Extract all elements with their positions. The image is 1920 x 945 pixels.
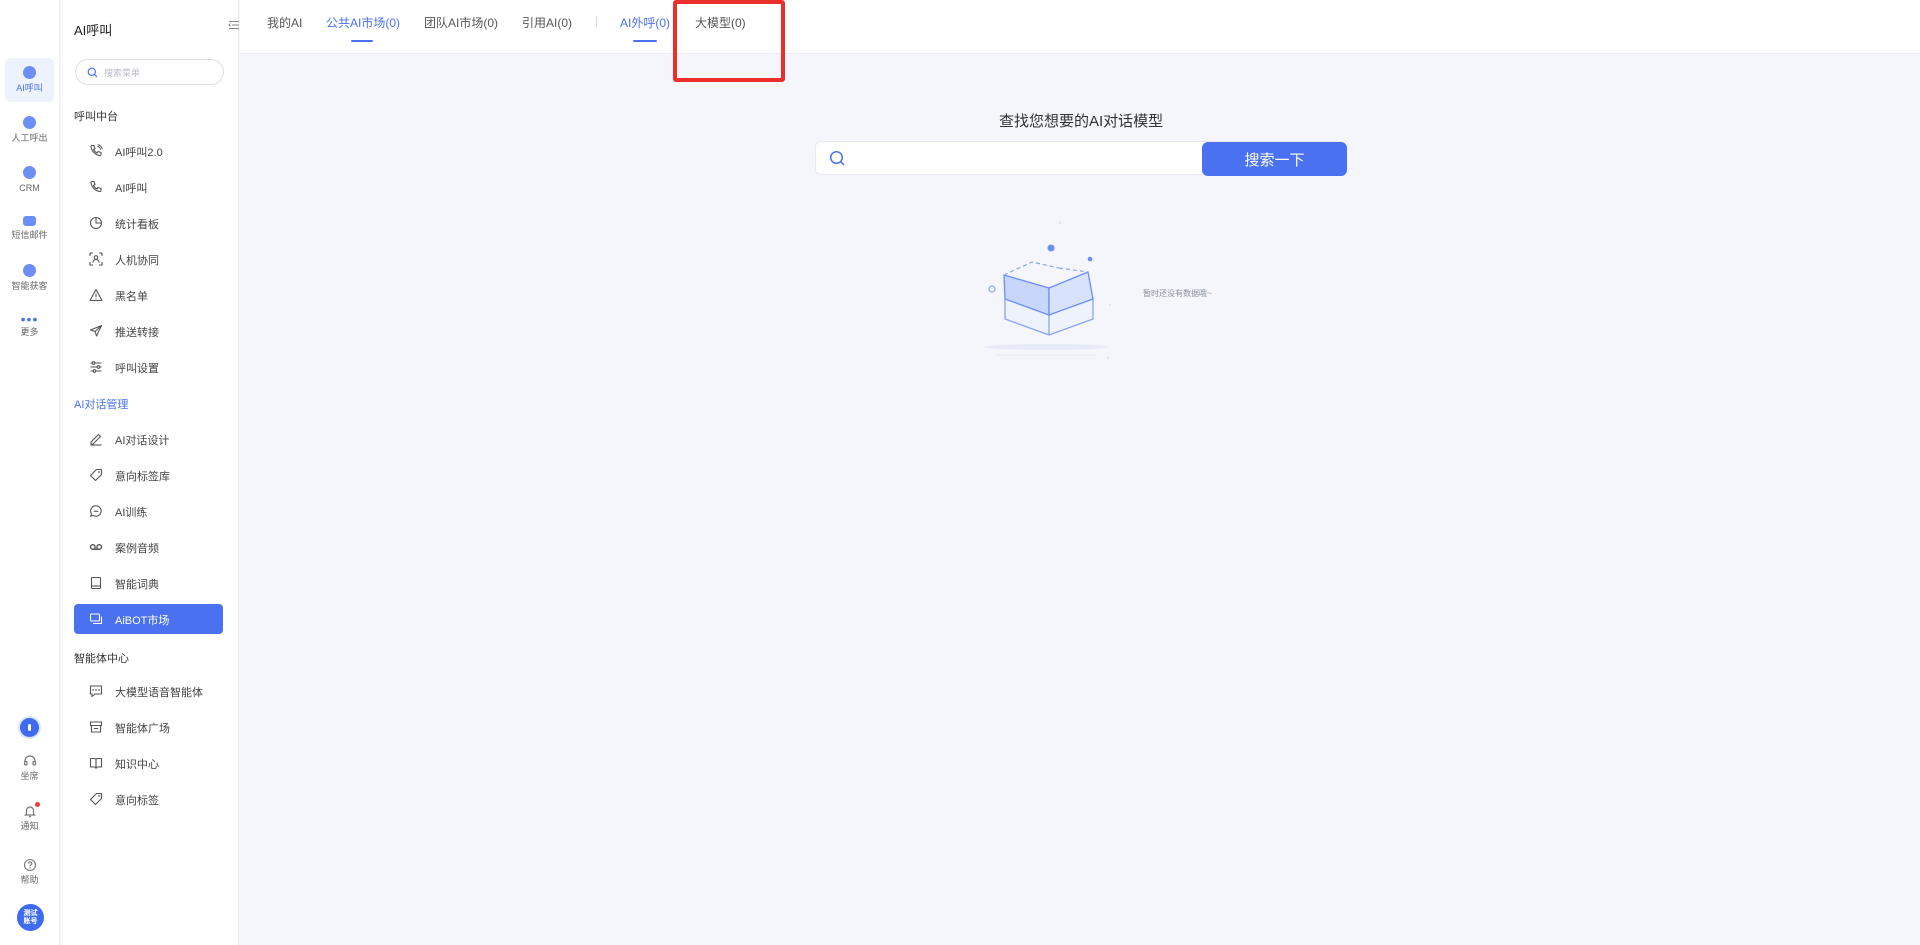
sidebar-menu: AI呼叫 呼叫中台 AI呼叫2.0 AI呼叫 统计看板 人机协同 黑名单 推送转… — [61, 0, 239, 945]
menu-group-call-center[interactable]: 呼叫中台 — [74, 108, 118, 124]
edit-icon — [90, 433, 102, 446]
menu-group-agent-center[interactable]: 智能体中心 — [74, 650, 129, 666]
menu-item-ai-call-2[interactable]: AI呼叫2.0 — [74, 136, 223, 166]
rail-item-ai-call[interactable]: AI呼叫 — [5, 58, 54, 102]
content-title: 查找您想要的AI对话模型 — [999, 113, 1164, 130]
bell-icon — [23, 806, 36, 818]
tab-team-ai-market[interactable]: 团队AI市场(0) — [424, 14, 498, 31]
message-icon — [89, 685, 103, 698]
rail-item-seat[interactable]: 坐席 — [5, 754, 54, 782]
menu-item-agent-square[interactable]: 智能体广场 — [74, 712, 223, 742]
highlight-box — [673, 0, 785, 82]
menu-item-human-machine[interactable]: 人机协同 — [74, 244, 223, 274]
tab-ai-outbound-underline — [633, 40, 657, 42]
tab-my-ai[interactable]: 我的AI — [267, 14, 302, 31]
rail-item-help[interactable]: 帮助 — [5, 858, 54, 886]
tab-bar: 我的AI 公共AI市场(0) 团队AI市场(0) 引用AI(0) AI外呼(0)… — [240, 0, 1920, 54]
send-icon — [89, 324, 103, 337]
tab-public-ai-market[interactable]: 公共AI市场(0) — [326, 14, 400, 31]
scan-person-icon — [89, 252, 103, 266]
empty-box-icon — [984, 221, 1112, 360]
store-icon — [89, 721, 103, 733]
headset-icon — [23, 755, 36, 766]
crm-icon — [23, 166, 36, 179]
sms-mail-icon — [23, 216, 36, 226]
manual-call-icon — [23, 116, 36, 129]
menu-group-ai-dialog[interactable]: AI对话管理 — [74, 396, 128, 412]
app-rail: AI呼叫 人工呼出 CRM 短信邮件 智能获客 ••• 更多 坐席 通知 帮助 … — [0, 0, 60, 945]
user-avatar[interactable]: 测试 账号 — [17, 904, 44, 931]
voicemail-icon — [89, 543, 103, 550]
empty-state-text: 暂时还没有数据哦~ — [1143, 289, 1212, 298]
bot-market-icon — [89, 613, 103, 625]
menu-item-ai-dialog-design[interactable]: AI对话设计 — [74, 424, 223, 454]
menu-search-input[interactable] — [104, 65, 214, 80]
tab-public-ai-market-underline — [351, 40, 373, 42]
rail-item-crm[interactable]: CRM — [5, 158, 54, 202]
search-icon — [87, 67, 98, 78]
assistant-fab[interactable] — [20, 718, 39, 737]
tab-quoted-ai[interactable]: 引用AI(0) — [522, 14, 572, 31]
menu-item-push-transfer[interactable]: 推送转接 — [74, 316, 223, 346]
rail-item-manual-call[interactable]: 人工呼出 — [5, 108, 54, 152]
sliders-icon — [90, 361, 102, 373]
menu-item-aibot-market[interactable]: AiBOT市场 — [74, 604, 223, 634]
pie-chart-icon — [89, 216, 103, 230]
more-icon: ••• — [20, 311, 39, 327]
rail-item-more[interactable]: ••• 更多 — [5, 306, 54, 350]
rail-item-notice[interactable]: 通知 — [5, 804, 54, 832]
menu-item-stats-board[interactable]: 统计看板 — [74, 208, 223, 238]
help-icon — [23, 858, 36, 872]
menu-search[interactable] — [75, 59, 224, 85]
rail-item-sms-mail[interactable]: 短信邮件 — [5, 206, 54, 250]
menu-item-blacklist[interactable]: 黑名单 — [74, 280, 223, 310]
menu-item-intent-tag-library[interactable]: 意向标签库 — [74, 460, 223, 490]
menu-item-ai-call[interactable]: AI呼叫 — [74, 172, 223, 202]
search-button[interactable]: 搜索一下 — [1202, 142, 1347, 176]
smart-acquisition-icon — [23, 264, 36, 277]
menu-item-smart-dictionary[interactable]: 智能词典 — [74, 568, 223, 598]
menu-title: AI呼叫 — [74, 23, 113, 38]
ai-call-icon — [23, 66, 36, 79]
tag-icon — [89, 792, 103, 806]
collapse-menu-icon[interactable] — [228, 19, 240, 31]
menu-item-ai-training[interactable]: AI训练 — [74, 496, 223, 526]
menu-item-knowledge-center[interactable]: 知识中心 — [74, 748, 223, 778]
model-search-bar: 搜索一下 — [815, 141, 1347, 176]
menu-item-case-audio[interactable]: 案例音频 — [74, 532, 223, 562]
phone-wave-icon — [90, 144, 103, 157]
tab-separator — [596, 16, 597, 27]
open-book-icon — [89, 757, 103, 770]
notification-badge — [35, 802, 40, 807]
warning-icon — [89, 288, 103, 302]
model-search-input[interactable] — [856, 148, 1186, 168]
search-icon — [829, 150, 845, 166]
chat-circle-icon — [89, 505, 102, 517]
book-icon — [90, 576, 102, 590]
tab-ai-outbound[interactable]: AI外呼(0) — [620, 14, 670, 31]
menu-item-llm-voice-agent[interactable]: 大模型语音智能体 — [74, 676, 223, 706]
phone-icon — [90, 180, 102, 193]
rail-item-smart-acquisition[interactable]: 智能获客 — [5, 256, 54, 300]
tag-icon — [89, 468, 103, 482]
menu-item-intent-tag[interactable]: 意向标签 — [74, 784, 223, 814]
menu-item-call-settings[interactable]: 呼叫设置 — [74, 352, 223, 382]
